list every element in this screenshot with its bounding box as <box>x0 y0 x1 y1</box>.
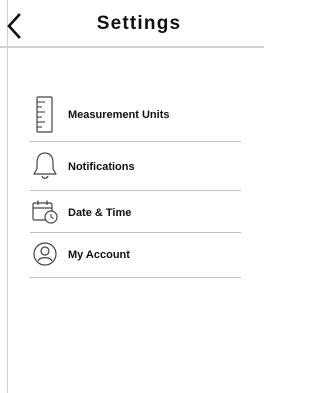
menu-item-date-time[interactable]: Date & Time <box>30 191 241 233</box>
ruler-icon <box>34 96 54 139</box>
menu-item-label: Date & Time <box>68 207 132 219</box>
settings-menu: Measurement Units Notifications Date & T… <box>30 92 241 278</box>
user-circle-icon <box>32 241 58 272</box>
left-frame-line <box>7 0 8 393</box>
menu-item-label: My Account <box>68 249 130 261</box>
menu-item-label: Notifications <box>68 161 135 173</box>
menu-item-measurement-units[interactable]: Measurement Units <box>30 92 241 142</box>
page-title: Settings <box>96 13 182 34</box>
bell-icon <box>32 151 58 186</box>
header-divider <box>0 46 264 48</box>
menu-item-my-account[interactable]: My Account <box>30 233 241 278</box>
menu-item-label: Measurement Units <box>68 109 170 121</box>
calendar-clock-icon <box>31 199 59 230</box>
menu-item-notifications[interactable]: Notifications <box>30 142 241 191</box>
app-header: Settings <box>0 0 264 48</box>
